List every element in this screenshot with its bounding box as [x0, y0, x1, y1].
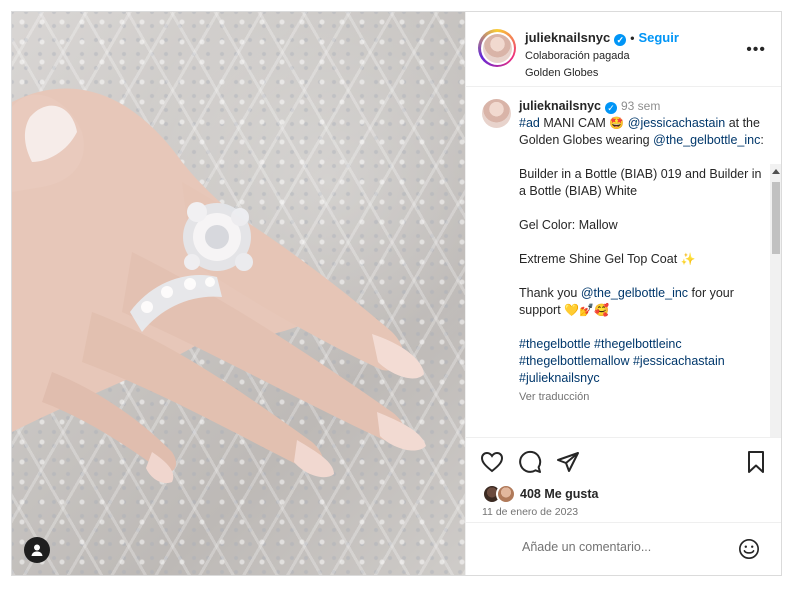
mention-the-gelbottle-inc-2[interactable]: @the_gelbottle_inc — [581, 286, 688, 300]
comment-input[interactable] — [522, 540, 722, 554]
liker-avatar — [496, 484, 516, 504]
header-username[interactable]: julieknailsnyc — [525, 30, 610, 45]
caption-time: 93 sem — [620, 99, 661, 113]
post-date: 11 de enero de 2023 — [482, 506, 579, 518]
ring-flower — [183, 202, 253, 271]
tagged-users-button[interactable] — [24, 537, 50, 563]
caption-line-5: Thank you @the_gelbottle_inc for your su… — [519, 285, 764, 319]
caption-line-2: Builder in a Bottle (BIAB) 019 and Build… — [519, 167, 762, 198]
smiley-icon[interactable] — [738, 538, 760, 560]
more-options-icon[interactable]: ••• — [746, 42, 766, 58]
caption-segment: Extreme Shine Gel Top Coat — [519, 252, 681, 266]
action-bar: 408 Me gusta 11 de enero de 2023 — [466, 437, 781, 522]
caption-segment: Thank you — [519, 286, 581, 300]
post-header: julieknailsnyc ✓ • Seguir Colaboración paga… — [466, 12, 781, 87]
paid-partnership-label[interactable]: Colaboración pagada — [525, 50, 630, 62]
follow-button[interactable]: Seguir — [638, 30, 678, 45]
paper-plane-icon[interactable] — [556, 450, 580, 474]
caption-colon: : — [760, 133, 764, 147]
heart-icon[interactable] — [480, 450, 504, 474]
see-translation-link[interactable]: Ver traducción — [519, 389, 764, 406]
likes-count[interactable]: 408 Me gusta — [520, 487, 599, 501]
separator-dot: • — [630, 31, 635, 45]
sparkles-emoji: ✨ — [680, 252, 696, 266]
post-photo[interactable] — [12, 12, 465, 575]
verified-badge-icon: ✓ — [604, 102, 617, 114]
caption-hashtags[interactable]: #thegelbottle #thegelbottleinc #thegelbo… — [519, 336, 764, 387]
caption-line-3: Gel Color: Mallow — [519, 218, 618, 232]
caption-segment: MANI CAM — [539, 116, 610, 130]
post-sidebar: julieknailsnyc ✓ • Seguir Colaboración paga… — [465, 12, 781, 575]
header-user-row: julieknailsnyc ✓ • Seguir — [525, 30, 679, 46]
user-icon — [31, 544, 43, 556]
scroll-up-icon[interactable] — [772, 169, 780, 174]
caption-username[interactable]: julieknailsnyc — [519, 99, 601, 113]
verified-badge-icon: ✓ — [614, 34, 627, 46]
profile-avatar[interactable] — [478, 29, 516, 67]
scroll-thumb[interactable] — [772, 182, 780, 254]
caption-line-1: #ad MANI CAM 🤩 @jessicachastain at the G… — [519, 115, 764, 149]
caption-area: julieknailsnyc ✓ 93 sem #ad MANI CAM 🤩 @je… — [466, 88, 781, 437]
hand-illustration — [12, 88, 426, 484]
caption-scrollbar[interactable] — [770, 164, 781, 437]
comment-bar — [466, 522, 781, 575]
avatar-image — [482, 33, 512, 63]
bookmark-icon[interactable] — [744, 450, 768, 474]
mention-jessicachastain[interactable]: @jessicachastain — [628, 116, 725, 130]
post-dialog: julieknailsnyc ✓ • Seguir Colaboración paga… — [11, 11, 782, 576]
comment-icon[interactable] — [518, 450, 542, 474]
hashtag-ad[interactable]: #ad — [519, 116, 540, 130]
mention-the-gelbottle-inc[interactable]: @the_gelbottle_inc — [653, 133, 760, 147]
caption-line-4: Extreme Shine Gel Top Coat ✨ — [519, 251, 764, 268]
heart-nail-smile-emoji: 💛💅🥰 — [564, 303, 609, 317]
caption-avatar[interactable] — [482, 99, 511, 128]
location-link[interactable]: Golden Globes — [525, 67, 598, 79]
star-eyes-emoji: 🤩 — [609, 116, 625, 130]
caption-text: julieknailsnyc ✓ 93 sem #ad MANI CAM 🤩 @je… — [519, 98, 764, 406]
likes-row[interactable]: 408 Me gusta — [482, 484, 599, 504]
